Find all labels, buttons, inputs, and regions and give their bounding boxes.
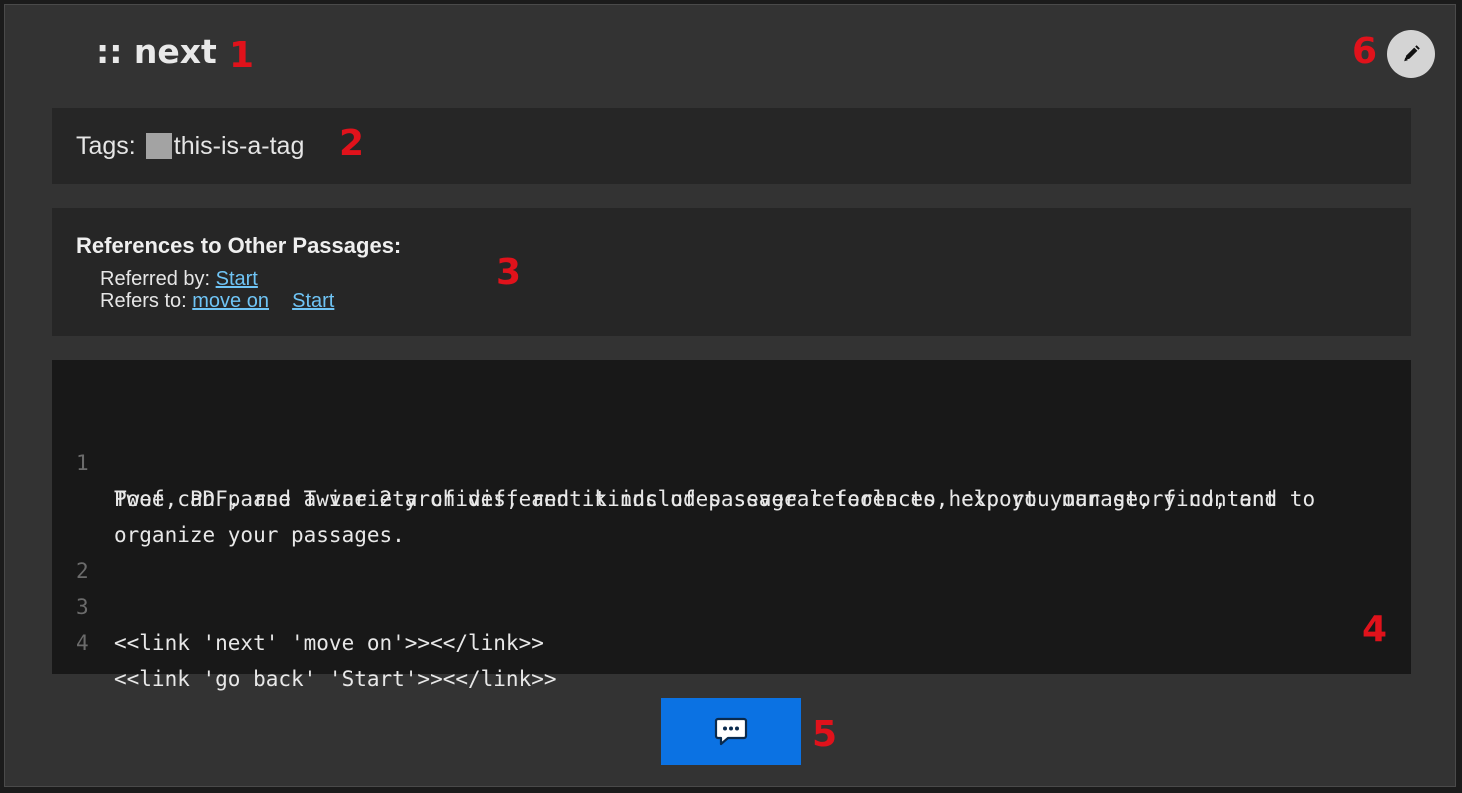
line-text: <<link 'next' 'move on'>><</link>>: [114, 631, 544, 655]
annotation-marker-4: 4: [1362, 609, 1388, 650]
edit-button[interactable]: [1387, 30, 1435, 78]
tags-label: Tags:: [76, 132, 136, 160]
line-text: Twee, PDF, and Twine 2 archives, and it …: [114, 487, 1278, 511]
line-number: 4: [76, 631, 89, 655]
tag-color-swatch: [145, 133, 172, 159]
refers-to-link-move-on[interactable]: move on: [192, 290, 269, 312]
passage-title: :: next: [96, 32, 217, 71]
tags-row: Tags: this-is-a-tag: [76, 130, 304, 162]
annotation-marker-5: 5: [812, 714, 838, 755]
annotation-marker-1: 1: [229, 35, 255, 76]
refers-to-row: Refers to: move on Start: [100, 289, 334, 313]
annotation-marker-3: 3: [496, 252, 522, 293]
comment-icon: [714, 717, 748, 745]
line-text: organize your passages.: [114, 523, 405, 547]
references-panel: References to Other Passages: Referred b…: [52, 208, 1411, 336]
pencil-icon: [1404, 45, 1420, 62]
editor-line[interactable]: 4 <<link 'go back' 'Start'>><</link>>: [52, 589, 557, 733]
referred-by-link-start[interactable]: Start: [216, 268, 258, 290]
comment-button[interactable]: [661, 698, 801, 765]
refers-to-label: Refers to:: [100, 290, 187, 312]
references-heading: References to Other Passages:: [76, 233, 402, 258]
annotation-marker-6: 6: [1352, 31, 1378, 72]
line-text: <<link 'go back' 'Start'>><</link>>: [114, 667, 557, 691]
annotation-marker-2: 2: [339, 123, 365, 164]
referred-by-label: Referred by:: [100, 268, 211, 290]
tag-item[interactable]: this-is-a-tag: [174, 130, 305, 162]
referred-by-row: Referred by: Start: [100, 267, 258, 291]
refers-to-link-start[interactable]: Start: [292, 290, 334, 312]
tags-panel: Tags: this-is-a-tag: [52, 108, 1411, 184]
code-editor[interactable]: 1 Poof can parse a variety of different …: [52, 360, 1411, 691]
